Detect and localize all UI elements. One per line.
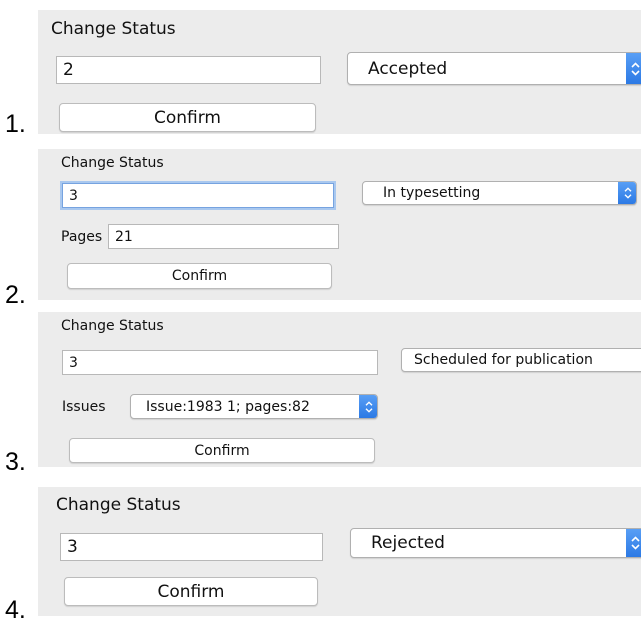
confirm-button-1[interactable]: Confirm: [59, 103, 316, 132]
status-select-value-3: Scheduled for publication: [414, 352, 593, 368]
chevron-up-down-icon: [626, 53, 641, 84]
status-select-value-4: Rejected: [371, 533, 445, 553]
issues-select[interactable]: Issue:1983 1; pages:82: [130, 394, 378, 419]
panel-title-1: Change Status: [51, 19, 176, 39]
chevron-up-down-icon: [618, 182, 636, 204]
status-select-2[interactable]: In typesetting: [362, 181, 637, 205]
status-id-input-4[interactable]: 3: [60, 533, 323, 561]
panel-title-3: Change Status: [61, 318, 164, 334]
status-id-input-1[interactable]: 2: [56, 56, 321, 84]
confirm-button-4[interactable]: Confirm: [64, 577, 318, 606]
panel-number-4: 4.: [5, 596, 26, 624]
status-id-input-3[interactable]: 3: [62, 350, 378, 375]
chevron-up-down-icon: [626, 529, 641, 557]
pages-input[interactable]: 21: [108, 224, 339, 249]
issues-select-value: Issue:1983 1; pages:82: [146, 398, 310, 415]
status-select-1[interactable]: Accepted: [347, 52, 641, 85]
panel-number-3: 3.: [5, 448, 26, 476]
status-select-4[interactable]: Rejected: [350, 528, 641, 558]
status-id-input-2[interactable]: 3: [62, 183, 334, 208]
panel-title-4: Change Status: [56, 495, 181, 515]
panel-title-2: Change Status: [61, 155, 164, 171]
confirm-button-3[interactable]: Confirm: [69, 438, 375, 463]
issues-label: Issues: [62, 399, 106, 415]
panel-number-2: 2.: [5, 281, 26, 309]
chevron-up-down-icon: [359, 395, 377, 418]
status-select-value-2: In typesetting: [383, 185, 481, 201]
pages-label: Pages: [61, 229, 103, 245]
status-select-3[interactable]: Scheduled for publication: [401, 348, 641, 372]
status-select-value-1: Accepted: [368, 58, 448, 79]
confirm-button-2[interactable]: Confirm: [67, 263, 332, 289]
panel-number-1: 1.: [5, 110, 26, 138]
